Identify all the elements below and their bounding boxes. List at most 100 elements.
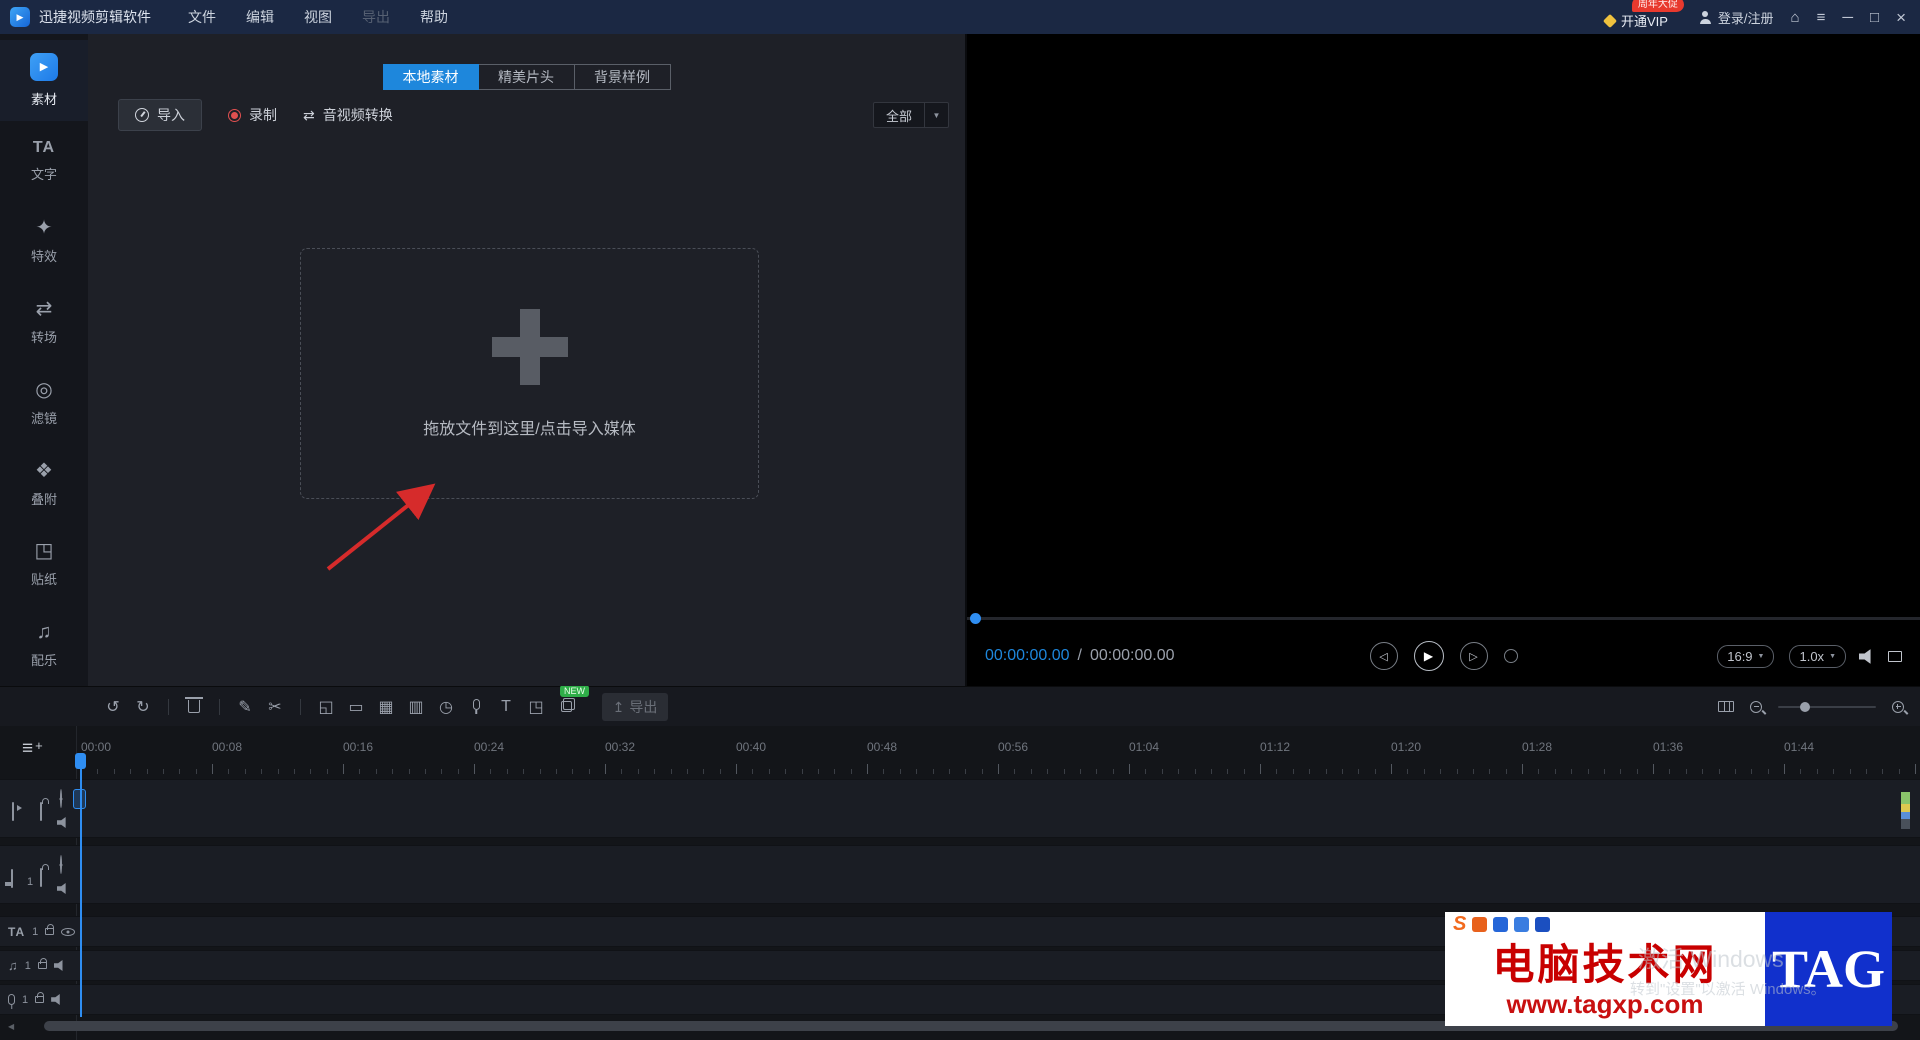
tab-intros[interactable]: 精美片头 [478, 64, 575, 90]
overlays-icon: ❖ [35, 459, 53, 482]
media-dropzone[interactable]: 拖放文件到这里/点击导入媒体 [300, 248, 759, 499]
video-track-header [0, 780, 76, 837]
ruler-tick [752, 769, 754, 774]
ruler-tick [1669, 769, 1671, 774]
add-track-button[interactable]: ≡ + [22, 738, 43, 760]
sidebar-item-overlays[interactable]: ❖ 叠附 [0, 444, 88, 525]
ruler-tick [1702, 769, 1704, 774]
hamburger-menu-icon[interactable]: ≡ [1817, 10, 1826, 25]
convert-icon: ⇄ [303, 106, 315, 123]
sidebar-item-effects[interactable]: ✦ 特效 [0, 202, 88, 283]
sidebar-item-material[interactable]: ▶ 素材 [0, 40, 88, 121]
delete-icon[interactable] [185, 696, 203, 718]
menu-edit[interactable]: 编辑 [231, 7, 289, 27]
menu-view[interactable]: 视图 [289, 7, 347, 27]
filters-icon: ◎ [35, 378, 53, 401]
menu-help[interactable]: 帮助 [405, 7, 463, 27]
ruler-tick [523, 769, 525, 774]
ruler-tick [572, 769, 574, 774]
visibility-icon[interactable] [61, 927, 76, 936]
aspect-ratio-dropdown[interactable]: 16:9 ▼ [1717, 644, 1775, 668]
sidebar-item-music[interactable]: ♫ 配乐 [0, 605, 88, 686]
windows-activation-line2: 转到"设置"以激活 Windows。 [1630, 981, 1826, 998]
text-tool-icon[interactable]: T [497, 696, 515, 718]
ruler-tick [1440, 769, 1442, 774]
record-button[interactable]: 录制 [228, 105, 277, 125]
import-button[interactable]: 导入 [118, 99, 202, 131]
playhead-handle[interactable] [75, 753, 86, 769]
lock-icon[interactable] [35, 992, 45, 1003]
timeline-zoom-slider[interactable] [1778, 701, 1876, 712]
mute-icon[interactable] [51, 994, 60, 1005]
menu-file[interactable]: 文件 [173, 7, 231, 27]
maximize-icon[interactable]: □ [1870, 10, 1879, 25]
speed-dropdown[interactable]: 1.0x ▼ [1789, 644, 1846, 668]
video-track-lane[interactable] [0, 779, 1920, 838]
zoom-in-icon[interactable] [1892, 700, 1904, 713]
sticker-icon[interactable]: ◳ [527, 696, 545, 718]
scroll-left-icon[interactable]: ◀ [8, 1022, 14, 1031]
preview-scrubber[interactable] [967, 613, 1920, 624]
zoom-slider-thumb[interactable] [1799, 701, 1810, 712]
adjust-icon[interactable]: ▥ [407, 696, 425, 718]
template-icon[interactable]: NEW [557, 684, 589, 718]
edit-toolbar: ↺ ↻ ✎ ✂ ◱ ▭ ▦ ▥ ◷ T ◳ NEW ↥ 导出 [0, 684, 1920, 726]
login-label: 登录/注册 [1717, 10, 1774, 26]
ruler-tick [605, 764, 606, 774]
tab-local-media[interactable]: 本地素材 [382, 64, 479, 90]
video-track-icon [12, 802, 14, 821]
lock-icon[interactable] [37, 958, 47, 969]
ruler-tick [1816, 769, 1818, 774]
media-panel: 本地素材 精美片头 背景样例 导入 录制 ⇄ 音视频转换 全部 ▼ 拖放文件到这… [88, 34, 967, 686]
export-button[interactable]: ↥ 导出 [602, 693, 668, 721]
tab-backgrounds[interactable]: 背景样例 [574, 64, 671, 90]
voiceover-icon[interactable] [467, 696, 485, 718]
lock-icon[interactable] [40, 868, 42, 887]
fullscreen-icon[interactable] [1888, 650, 1902, 662]
home-icon[interactable]: ⌂ [1791, 10, 1800, 25]
mute-icon[interactable] [57, 817, 66, 828]
volume-icon[interactable] [1858, 648, 1871, 664]
overlay-track-lane[interactable]: 1 [0, 845, 1920, 904]
media-filter-dropdown[interactable]: 全部 ▼ [872, 102, 949, 128]
sidebar-item-text[interactable]: TA 文字 [0, 121, 88, 202]
ruler-tick [948, 769, 950, 774]
crop-icon[interactable]: ◱ [317, 696, 335, 718]
sidebar-item-filters[interactable]: ◎ 滤镜 [0, 363, 88, 444]
subtitle-icon[interactable]: ▭ [347, 696, 365, 718]
sidebar-item-stickers[interactable]: ◳ 贴纸 [0, 525, 88, 606]
convert-button[interactable]: ⇄ 音视频转换 [303, 105, 393, 125]
ruler-label: 00:00 [81, 740, 112, 754]
mute-icon[interactable] [53, 960, 63, 971]
mosaic-icon[interactable]: ▦ [377, 696, 395, 718]
mute-icon[interactable] [57, 883, 66, 894]
prev-frame-button[interactable]: ◁ [1369, 642, 1398, 670]
frame-view-icon[interactable] [1718, 701, 1734, 712]
sidebar-item-transitions[interactable]: ⇄ 转场 [0, 282, 88, 363]
ruler-tick [1653, 764, 1654, 774]
ruler-tick [1472, 769, 1474, 774]
login-button[interactable]: 登录/注册 [1699, 8, 1774, 27]
close-icon[interactable]: × [1896, 9, 1906, 26]
lock-icon[interactable] [45, 924, 55, 935]
next-frame-button[interactable]: ▷ [1459, 642, 1488, 670]
visibility-icon[interactable] [60, 789, 62, 808]
vip-button[interactable]: 周年大促 开通VIP [1602, 0, 1684, 30]
split-icon[interactable]: ✂ [266, 696, 284, 718]
ruler-label: 01:44 [1784, 740, 1815, 754]
timeline-ruler[interactable]: 00:00 00:08 00:16 00:24 00:32 00:40 00:48 00:56… [76, 740, 1920, 774]
lock-icon[interactable] [40, 802, 42, 821]
visibility-icon[interactable] [60, 855, 62, 874]
music-track-icon: ♫ [8, 958, 18, 973]
edit-clip-icon[interactable]: ✎ [236, 696, 254, 718]
zoom-out-icon[interactable] [1750, 700, 1762, 713]
minimize-icon[interactable]: ─ [1842, 10, 1853, 25]
undo-icon[interactable]: ↺ [104, 696, 122, 718]
redo-icon[interactable]: ↻ [134, 696, 152, 718]
play-button[interactable]: ▶ [1413, 641, 1444, 671]
scrubber-handle[interactable] [970, 613, 981, 624]
track-index: 1 [27, 876, 34, 888]
stop-button[interactable] [1503, 649, 1518, 663]
speed-icon[interactable]: ◷ [437, 696, 455, 718]
ruler-tick [588, 769, 590, 774]
